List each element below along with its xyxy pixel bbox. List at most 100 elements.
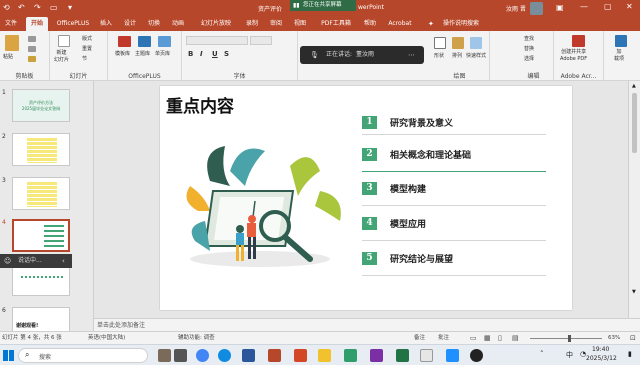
new-slide-button[interactable]: 新建 幻灯片 <box>54 50 69 64</box>
maximize-icon[interactable]: ▢ <box>604 2 612 11</box>
slide-thumbnail-4[interactable] <box>12 219 70 252</box>
quick-styles-icon[interactable] <box>470 37 482 49</box>
quick-styles-button[interactable]: 快速样式 <box>466 52 486 59</box>
clock-time[interactable]: 19:40 <box>592 346 609 353</box>
paste-button[interactable]: 粘贴 <box>3 53 13 60</box>
theme-library-button[interactable]: 主题库 <box>135 50 150 57</box>
taskbar-search[interactable]: ⌕ 搜索 <box>18 348 148 363</box>
voice-chat-bar[interactable]: 🎙 正在讲话: 董汝雨 ⋯ <box>300 46 424 64</box>
zoom-slider-thumb[interactable] <box>568 335 571 342</box>
shadow-button[interactable]: S <box>224 50 229 58</box>
tab-record[interactable]: 录制 <box>244 17 260 31</box>
ime-indicator[interactable]: 中 <box>566 350 573 360</box>
font-size-select[interactable] <box>250 36 272 45</box>
reset-button[interactable]: 重置 <box>82 45 92 52</box>
replace-button[interactable]: 替换 <box>524 45 534 52</box>
cut-icon[interactable] <box>28 36 36 42</box>
tray-chevron-icon[interactable]: ˄ <box>540 350 544 358</box>
notes-pane[interactable]: 单击此处添加备注 <box>94 318 640 331</box>
notepad-icon[interactable] <box>420 349 433 362</box>
current-slide[interactable]: 重点内容 1 研究背景及意义 2 相关概念和理论基础 3 模型构建 4 模型应用… <box>160 86 572 310</box>
tab-home[interactable]: 开始 <box>26 17 48 31</box>
microphone-icon[interactable]: 🎙 <box>310 46 319 64</box>
avatar[interactable] <box>530 2 543 15</box>
arrange-icon[interactable] <box>452 37 464 49</box>
user-name[interactable]: 汝雨 晋 <box>506 4 526 13</box>
undo-icon[interactable]: ↶ <box>18 3 25 12</box>
word-icon[interactable] <box>242 349 255 362</box>
quick-access-dropdown-icon[interactable]: ▾ <box>68 3 72 12</box>
template-library-icon[interactable] <box>118 36 131 47</box>
slide-thumbnail-2[interactable] <box>12 133 70 166</box>
onenote-icon[interactable] <box>370 349 383 362</box>
tab-help[interactable]: 帮助 <box>362 17 378 31</box>
tab-transitions[interactable]: 切换 <box>146 17 162 31</box>
vertical-scrollbar[interactable]: ▲ ▼ <box>628 81 640 318</box>
excel-icon[interactable] <box>396 349 409 362</box>
shapes-button[interactable]: 形状 <box>434 52 444 59</box>
voice-menu-icon[interactable]: ⋯ <box>408 46 415 64</box>
office-icon[interactable] <box>294 349 307 362</box>
tab-insert[interactable]: 插入 <box>98 17 114 31</box>
slide-title[interactable]: 重点内容 <box>166 92 234 117</box>
scroll-up-icon[interactable]: ▲ <box>632 83 636 89</box>
item-text[interactable]: 研究结论与展望 <box>390 252 453 265</box>
task-view-icon[interactable] <box>174 349 187 362</box>
section-button[interactable]: 节 <box>82 55 87 62</box>
autosave-icon[interactable]: ⟲ <box>3 3 10 12</box>
widgets-icon[interactable] <box>158 349 171 362</box>
addins-button[interactable]: 加 载项 <box>614 49 624 63</box>
item-text[interactable]: 模型构建 <box>390 182 426 195</box>
tab-pdf-toolbox[interactable]: PDF工具箱 <box>318 17 354 31</box>
adobe-pdf-icon[interactable] <box>572 35 585 47</box>
tell-me-search[interactable]: 操作说明搜索 <box>438 17 484 31</box>
tab-officeplus[interactable]: OfficePLUS <box>54 17 92 31</box>
item-text[interactable]: 研究背景及意义 <box>390 116 453 129</box>
arrange-button[interactable]: 排列 <box>452 52 462 59</box>
slide-thumbnail-1[interactable]: 资产评价方法 2025届毕业论文答辩 <box>12 89 70 122</box>
tab-view[interactable]: 视图 <box>292 17 308 31</box>
paste-icon[interactable] <box>5 35 19 51</box>
notes-placeholder[interactable]: 单击此处添加备注 <box>97 322 145 329</box>
powerpoint-icon[interactable] <box>268 349 281 362</box>
font-name-select[interactable] <box>186 36 248 45</box>
tab-review[interactable]: 审阅 <box>268 17 284 31</box>
app-icon[interactable] <box>344 349 357 362</box>
layout-button[interactable]: 版式 <box>82 35 92 42</box>
italic-button[interactable]: I <box>200 50 203 58</box>
theme-library-icon[interactable] <box>138 36 151 47</box>
file-explorer-icon[interactable] <box>318 349 331 362</box>
tab-file[interactable]: 文件 <box>2 17 20 31</box>
present-icon[interactable]: ▭ <box>50 3 58 12</box>
notification-icon[interactable]: ▮ <box>628 350 632 358</box>
copy-icon[interactable] <box>28 46 36 52</box>
page-library-button[interactable]: 单页库 <box>155 50 170 57</box>
bold-button[interactable]: B <box>188 50 193 58</box>
item-text[interactable]: 模型应用 <box>390 217 426 230</box>
qq-icon[interactable] <box>470 349 483 362</box>
slide-thumbnail-3[interactable] <box>12 177 70 210</box>
item-text[interactable]: 相关概念和理论基础 <box>390 148 471 161</box>
start-icon[interactable] <box>3 350 14 361</box>
underline-button[interactable]: U <box>212 50 218 58</box>
chevron-left-icon[interactable]: ‹ <box>62 254 65 268</box>
zoom-slider[interactable] <box>530 338 602 339</box>
template-library-button[interactable]: 模板库 <box>115 50 130 57</box>
new-slide-icon[interactable] <box>58 35 70 47</box>
format-painter-icon[interactable] <box>28 56 36 62</box>
find-button[interactable]: 查找 <box>524 35 534 42</box>
chrome-icon[interactable] <box>196 349 209 362</box>
tab-animations[interactable]: 动画 <box>170 17 186 31</box>
edge-icon[interactable] <box>218 349 231 362</box>
meeting-icon[interactable] <box>446 349 459 362</box>
screen-share-notification[interactable]: ▮▮ 您正在共享屏幕 <box>290 0 356 11</box>
tab-acrobat[interactable]: Acrobat <box>386 17 414 31</box>
select-button[interactable]: 选择 <box>524 55 534 62</box>
tab-design[interactable]: 设计 <box>122 17 138 31</box>
ribbon-display-icon[interactable]: ▣ <box>556 3 564 12</box>
create-pdf-button[interactable]: 创建并共享 Adobe PDF <box>560 49 587 63</box>
page-library-icon[interactable] <box>158 36 171 47</box>
scroll-down-icon[interactable]: ▼ <box>632 289 636 295</box>
minimize-icon[interactable]: — <box>580 2 588 11</box>
shapes-icon[interactable] <box>434 37 446 49</box>
